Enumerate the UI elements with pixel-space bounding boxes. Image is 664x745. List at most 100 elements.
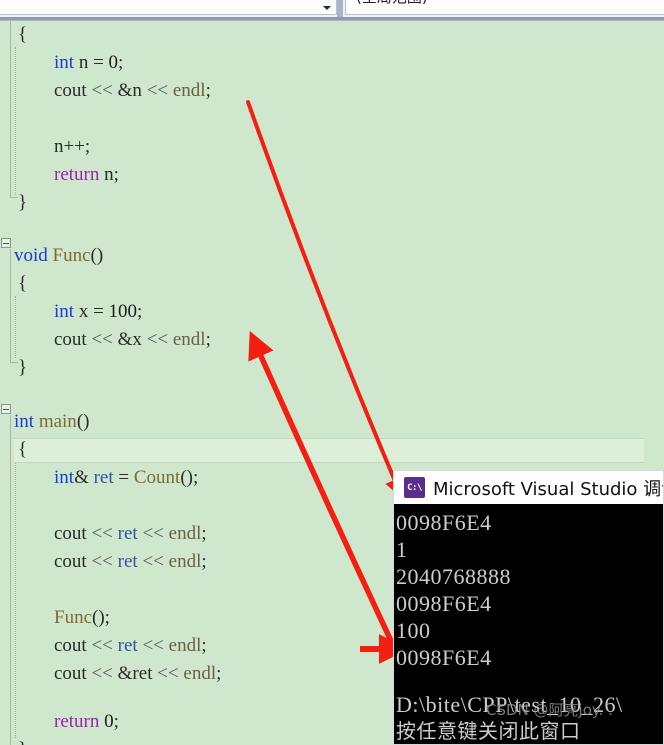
scope-dropdown-left[interactable]	[0, 0, 337, 15]
code-token: cout	[54, 551, 87, 572]
chevron-down-icon[interactable]	[323, 6, 331, 10]
code-token: <<	[146, 80, 169, 101]
scope-dropdown-right[interactable]: (全局范围)	[345, 0, 664, 15]
code-token: <<	[91, 329, 113, 350]
code-line[interactable]: cout << ret << endl;	[54, 548, 207, 576]
outline-bracket-count	[10, 21, 11, 197]
code-line[interactable]: cout << ret << endl;	[54, 520, 207, 548]
collapse-toggle-func[interactable]	[1, 238, 11, 248]
editor-outline-gutter[interactable]	[0, 21, 18, 745]
code-token: x =	[74, 301, 109, 322]
code-line[interactable]: cout << &ret << endl;	[54, 660, 221, 688]
outline-bracket-count-foot	[10, 197, 18, 198]
code-token: <<	[157, 663, 179, 684]
code-token: n =	[74, 52, 109, 73]
collapse-toggle-main[interactable]	[1, 404, 11, 414]
code-line[interactable]: {	[18, 436, 27, 464]
code-line[interactable]	[54, 492, 59, 520]
code-token: =	[113, 467, 134, 488]
code-token: <<	[142, 523, 164, 544]
code-token: int	[54, 301, 75, 322]
outline-bracket-func	[10, 249, 11, 362]
code-token: endl	[172, 329, 206, 350]
console-output-line: 100	[396, 618, 431, 643]
code-token: int	[14, 411, 35, 432]
code-token: int	[54, 52, 75, 73]
code-token: main	[38, 411, 77, 432]
code-token: cout	[54, 523, 87, 544]
code-line[interactable]: }	[18, 736, 27, 745]
console-output-line: 按任意键关闭此窗口	[396, 719, 581, 743]
code-token: <<	[91, 635, 113, 656]
code-token: endl	[168, 523, 202, 544]
code-line[interactable]: cout << &n << endl;	[54, 77, 211, 105]
code-token: n;	[99, 164, 119, 185]
code-line[interactable]: n++;	[54, 133, 90, 161]
code-line[interactable]: }	[18, 354, 27, 382]
console-output-line: 1	[396, 537, 408, 562]
code-token: ret	[93, 467, 114, 488]
code-token: endl	[168, 551, 202, 572]
watermark-text: CSDN @阿亮joy. .	[486, 701, 613, 719]
code-line[interactable]: cout << &x << endl;	[54, 326, 211, 354]
code-line[interactable]: Func();	[54, 604, 110, 632]
code-token: cout	[54, 329, 87, 350]
console-cmd-icon: C:\	[404, 477, 425, 498]
code-token: ;	[205, 329, 211, 350]
code-line[interactable]	[54, 105, 59, 133]
code-line[interactable]: void Func()	[14, 242, 103, 270]
code-line[interactable]: {	[18, 270, 27, 298]
code-token: }	[18, 357, 28, 378]
indent-guide-count	[15, 47, 17, 195]
code-token: {	[18, 24, 28, 45]
code-line[interactable]: int x = 100;	[54, 298, 142, 326]
code-line[interactable]	[18, 217, 23, 245]
code-line[interactable]: cout << ret << endl;	[54, 632, 207, 660]
code-token: <<	[91, 523, 113, 544]
code-token: }	[18, 192, 28, 213]
code-token: ret	[117, 523, 138, 544]
code-token: ret	[117, 551, 138, 572]
code-token: cout	[54, 80, 87, 101]
code-line[interactable]	[54, 576, 59, 604]
code-token: ()	[90, 245, 104, 266]
code-token: ;	[201, 523, 207, 544]
code-line[interactable]: {	[18, 21, 27, 49]
code-line[interactable]: return 0;	[54, 708, 119, 736]
code-line[interactable]	[18, 382, 23, 410]
code-token: ;	[216, 663, 222, 684]
code-line[interactable]: int& ret = Count();	[54, 464, 198, 492]
code-token: void	[14, 245, 48, 266]
debug-console-window[interactable]: C:\ Microsoft Visual Studio 调试 0098F6E4 1…	[393, 470, 664, 745]
code-token: <<	[146, 329, 169, 350]
code-token: int	[54, 467, 75, 488]
code-token: &n	[117, 80, 142, 101]
console-output-line: 0098F6E4	[396, 510, 492, 535]
outline-bracket-main	[10, 415, 11, 745]
code-token: endl	[172, 80, 206, 101]
console-title-bar[interactable]: C:\ Microsoft Visual Studio 调试	[394, 471, 663, 504]
code-token: &ret	[117, 663, 153, 684]
code-token: 0	[104, 711, 114, 732]
code-token: Count	[133, 467, 181, 488]
code-line[interactable]: int n = 0;	[54, 49, 123, 77]
code-token: <<	[91, 80, 113, 101]
code-token: ;	[205, 80, 211, 101]
code-token: ;	[201, 635, 207, 656]
code-token: ;	[113, 711, 119, 732]
code-token: ()	[76, 411, 90, 432]
code-token: }	[18, 739, 27, 745]
code-token: ();	[92, 607, 110, 628]
code-token: cout	[54, 635, 87, 656]
code-line[interactable]: return n;	[54, 161, 119, 189]
code-line[interactable]: }	[18, 189, 27, 217]
code-token: ;	[118, 52, 124, 73]
current-line-highlight	[14, 438, 644, 463]
code-line[interactable]: int main()	[14, 408, 89, 436]
code-token: 100	[108, 301, 138, 322]
code-token: ;	[201, 551, 207, 572]
toolbar-gripper[interactable]	[337, 0, 343, 18]
console-cmd-icon-label: C:\	[407, 482, 422, 493]
console-title-text: Microsoft Visual Studio 调试	[433, 478, 664, 500]
